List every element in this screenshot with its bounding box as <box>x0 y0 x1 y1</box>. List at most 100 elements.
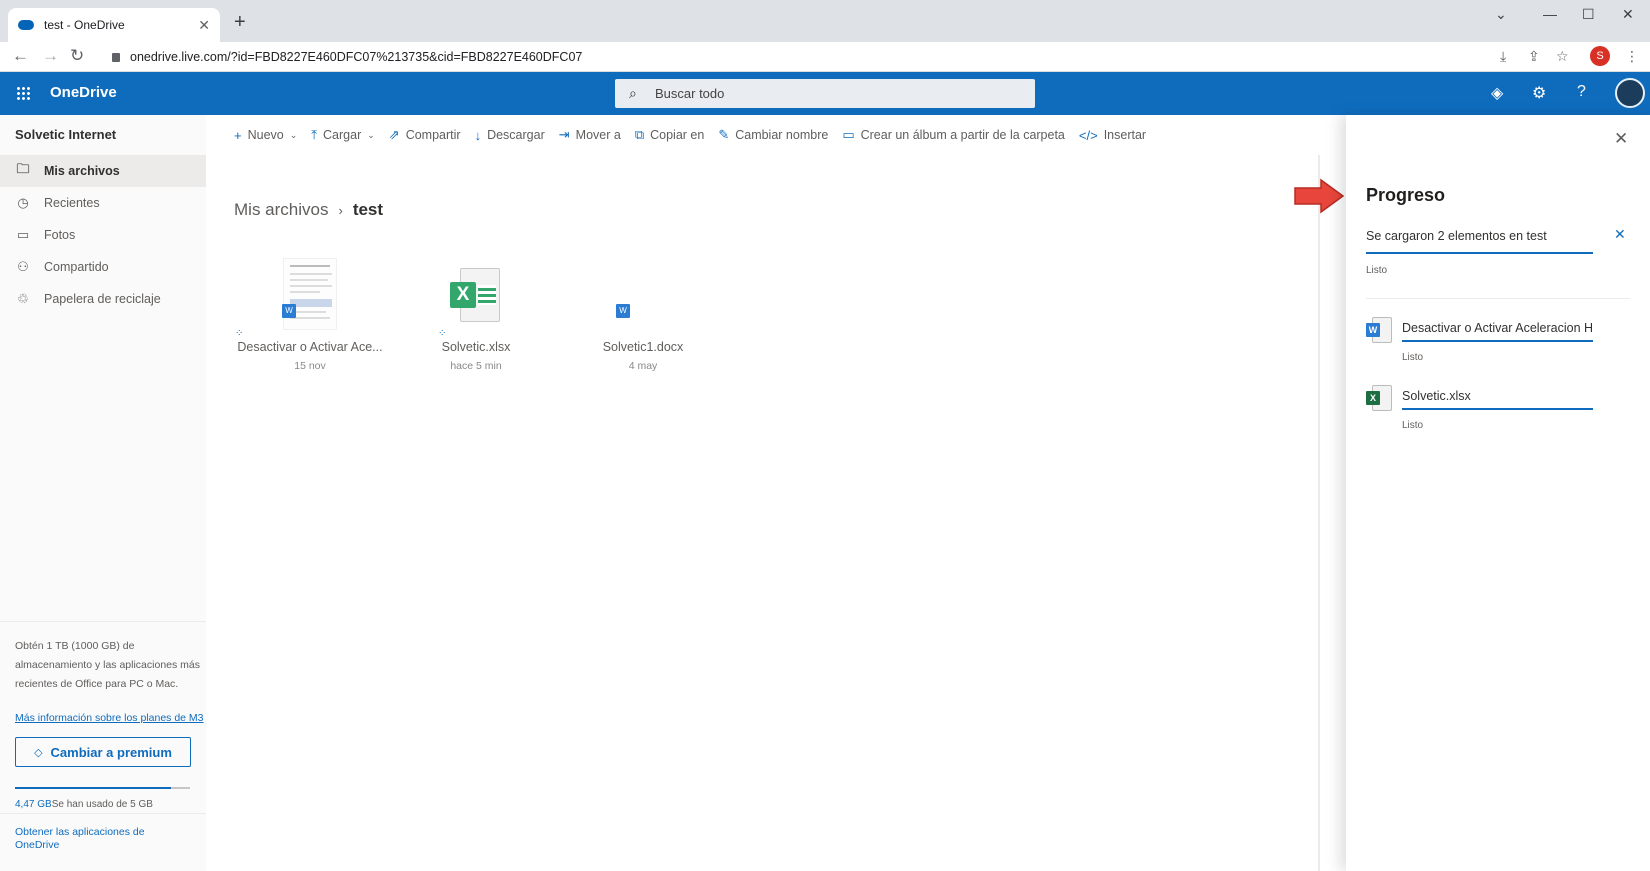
dismiss-icon[interactable]: ✕ <box>1614 226 1626 243</box>
account-name: Solvetic Internet <box>15 127 117 142</box>
chevron-right-icon: › <box>338 203 343 218</box>
panel-title: Progreso <box>1366 185 1446 205</box>
close-tab-icon[interactable]: ✕ <box>198 17 210 34</box>
profile-avatar[interactable]: S <box>1590 46 1610 66</box>
panel-divider <box>1366 298 1630 299</box>
new-button[interactable]: + Nuevo ⌄ <box>234 128 297 143</box>
progress-item[interactable]: X Solvetic.xlsx Listo <box>1366 385 1626 445</box>
get-apps-link[interactable]: Obtener las aplicaciones de OneDrive <box>15 826 165 852</box>
word-icon: W <box>1366 317 1394 345</box>
storage-quota-text[interactable]: 4,47 GBSe han usado de 5 GB <box>15 799 153 810</box>
pencil-icon: ✎ <box>718 127 730 142</box>
close-icon[interactable]: ✕ <box>1614 129 1628 149</box>
sync-spinner-icon: ⁘ <box>438 328 447 339</box>
rename-button[interactable]: ✎ Cambiar nombre <box>718 127 828 143</box>
reload-icon[interactable]: ↻ <box>70 46 84 66</box>
recycle-bin-icon: ♲ <box>17 291 29 306</box>
browser-tab-strip: test - OneDrive ✕ + ⌄ — ☐ ✕ <box>0 0 1650 42</box>
progress-item[interactable]: W Desactivar o Activar Aceleracion H... … <box>1366 317 1626 377</box>
excel-icon: X <box>1366 385 1394 413</box>
app-name[interactable]: OneDrive <box>50 84 117 101</box>
share-icon[interactable]: ⇪ <box>1528 48 1540 65</box>
minimize-icon[interactable]: — <box>1543 6 1557 22</box>
embed-button[interactable]: </> Insertar <box>1079 128 1146 143</box>
search-input[interactable]: ⌕ Buscar todo <box>615 79 1035 108</box>
progress-item-name: Solvetic.xlsx <box>1402 389 1471 403</box>
progress-panel: ✕ Progreso Se cargaron 2 elementos en te… <box>1346 115 1650 871</box>
file-tile[interactable]: W Solvetic1.docx 4 may <box>563 258 723 372</box>
account-avatar[interactable] <box>1615 78 1645 108</box>
sidebar: Solvetic Internet 🗀 Mis archivos ◷ Recient… <box>0 115 206 871</box>
install-icon[interactable]: ⤓ <box>1500 48 1506 65</box>
app-launcher-icon[interactable] <box>16 86 30 100</box>
word-icon: W <box>282 304 296 318</box>
onedrive-cloud-icon <box>18 20 34 30</box>
breadcrumb: Mis archivos › test <box>234 200 383 220</box>
upload-icon: ⤒ <box>311 127 318 142</box>
upload-summary: Se cargaron 2 elementos en test <box>1366 229 1547 243</box>
plans-link[interactable]: Más información sobre los planes de M3 <box>15 712 205 724</box>
plus-icon: + <box>234 127 242 143</box>
file-tile[interactable]: W ⁘ Desactivar o Activar Ace... 15 nov <box>230 258 390 372</box>
scrollbar[interactable] <box>1318 155 1320 871</box>
forward-icon[interactable]: → <box>42 46 59 66</box>
breadcrumb-root[interactable]: Mis archivos <box>234 200 328 219</box>
sidebar-item-recent[interactable]: ◷ Recientes <box>0 187 206 219</box>
download-icon: ↓ <box>474 127 482 143</box>
window-close-icon[interactable]: ✕ <box>1622 6 1634 23</box>
summary-progress-bar <box>1366 252 1593 254</box>
help-icon[interactable]: ? <box>1577 83 1586 101</box>
photo-icon: ▭ <box>16 227 30 242</box>
sidebar-divider <box>0 813 206 814</box>
chevron-down-icon[interactable]: ⌄ <box>1495 6 1507 23</box>
file-date: 15 nov <box>294 360 326 372</box>
folder-icon: 🗀 <box>16 161 30 176</box>
maximize-icon[interactable]: ☐ <box>1582 6 1595 23</box>
new-tab-button[interactable]: + <box>234 11 246 34</box>
breadcrumb-current: test <box>352 200 384 219</box>
storage-promo-text: Obtén 1 TB (1000 GB) de almacenamiento y… <box>15 640 201 690</box>
history-icon: ◷ <box>17 195 29 210</box>
copy-to-button[interactable]: ⧉ Copiar en <box>635 127 705 143</box>
document-thumbnail <box>283 258 337 330</box>
menu-dots-icon[interactable]: ⋮ <box>1625 48 1639 65</box>
download-button[interactable]: ↓ Descargar <box>475 128 545 143</box>
sidebar-item-shared[interactable]: ⚇ Compartido <box>0 251 206 283</box>
chevron-down-icon: ⌄ <box>367 129 375 140</box>
file-tile[interactable]: X ⁘ Solvetic.xlsx hace 5 min <box>396 258 556 372</box>
premium-diamond-icon[interactable]: ◈ <box>1491 83 1503 103</box>
file-date: 4 may <box>628 360 658 372</box>
diamond-icon: ◇ <box>34 746 43 759</box>
file-name: Solvetic.xlsx <box>441 340 511 354</box>
share-icon: ⇗ <box>388 127 400 142</box>
upload-button[interactable]: ⤒ Cargar ⌄ <box>311 127 375 143</box>
upgrade-premium-button[interactable]: ◇ Cambiar a premium <box>15 737 191 767</box>
progress-item-name: Desactivar o Activar Aceleracion H... <box>1402 321 1592 335</box>
sidebar-item-my-files[interactable]: 🗀 Mis archivos <box>0 155 206 187</box>
file-name: Desactivar o Activar Ace... <box>237 340 383 354</box>
browser-tab[interactable]: test - OneDrive ✕ <box>8 8 220 42</box>
chevron-down-icon: ⌄ <box>289 129 298 140</box>
word-icon: W <box>616 304 630 318</box>
annotation-arrow <box>1294 178 1345 214</box>
file-date: hace 5 min <box>450 360 502 372</box>
file-name: Solvetic1.docx <box>602 340 684 354</box>
share-button[interactable]: ⇗ Compartir <box>389 127 461 143</box>
suite-header: OneDrive ⌕ Buscar todo ◈ ⚙ ? <box>0 72 1650 115</box>
star-icon[interactable]: ☆ <box>1556 48 1569 65</box>
url-field[interactable]: onedrive.live.com/?id=FBD8227E460DFC07%2… <box>112 50 582 64</box>
sidebar-item-photos[interactable]: ▭ Fotos <box>0 219 206 251</box>
gear-icon[interactable]: ⚙ <box>1532 83 1546 103</box>
back-icon[interactable]: ← <box>12 46 29 66</box>
people-icon: ⚇ <box>17 259 29 274</box>
sync-spinner-icon: ⁘ <box>235 328 244 339</box>
album-icon: ▭ <box>842 127 855 142</box>
sidebar-item-recycle-bin[interactable]: ♲ Papelera de reciclaje <box>0 283 206 315</box>
copy-icon: ⧉ <box>634 127 645 142</box>
storage-quota-bar <box>15 787 190 789</box>
lock-icon <box>112 53 120 62</box>
create-album-button[interactable]: ▭ Crear un álbum a partir de la carpeta <box>842 127 1065 143</box>
progress-item-status: Listo <box>1402 352 1424 363</box>
storage-quota-fill <box>15 787 172 789</box>
move-to-button[interactable]: ⇥ Mover a <box>559 127 621 143</box>
